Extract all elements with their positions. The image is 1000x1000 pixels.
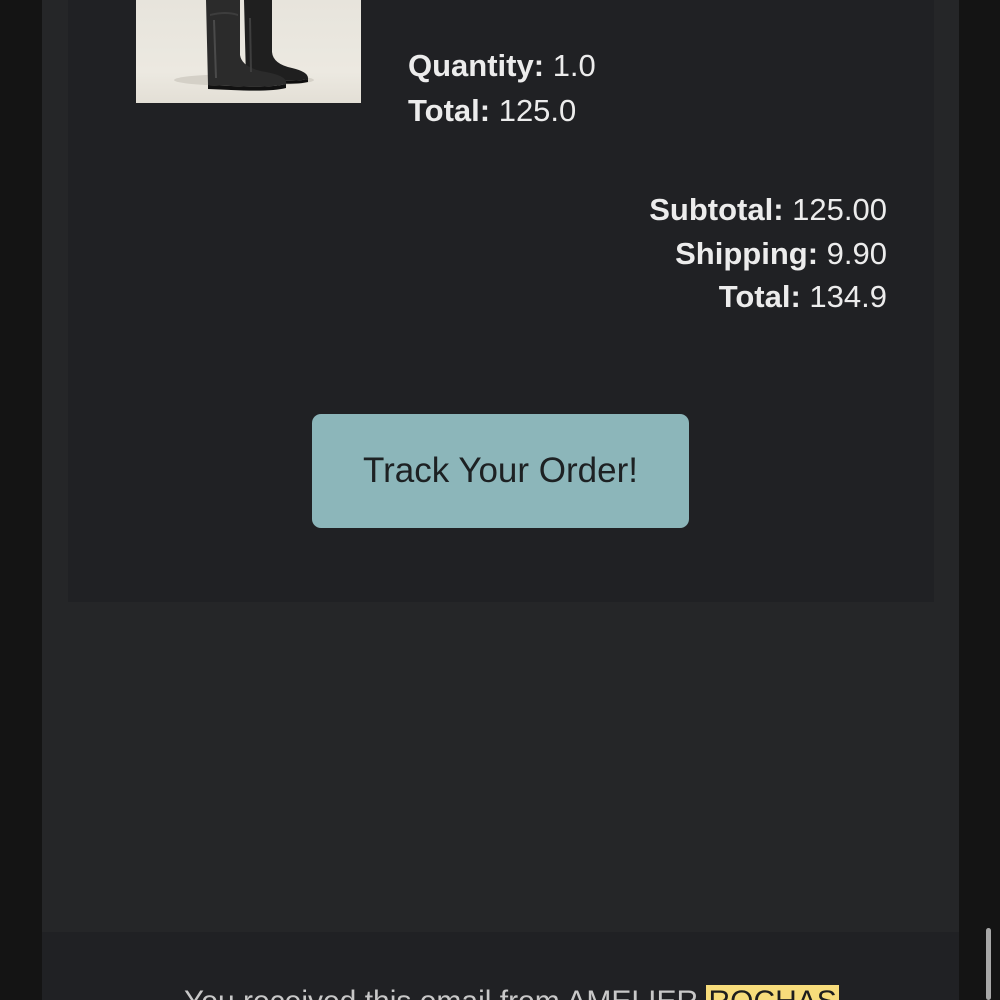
footer-notice: You received this email from AMELIER ROC… [184,984,839,1000]
product-image [136,0,361,103]
item-total: Total: 125.0 [408,93,576,129]
footer-text-prefix: You received this email from AMELIER [184,985,698,1000]
order-total-label: Total: [718,279,801,314]
order-total-row: Total: 134.9 [487,279,887,315]
shipping-value: 9.90 [826,236,887,271]
email-footer: You received this email from AMELIER ROC… [42,932,959,1000]
subtotal-value: 125.00 [792,192,887,227]
email-viewer: Quantity: 1.0 Total: 125.0 Subtotal: 125… [0,0,1000,1000]
brand-name-highlight: ROCHAS [706,985,839,1000]
item-quantity: Quantity: 1.0 [408,48,596,84]
order-total-value: 134.9 [809,279,887,314]
boots-illustration [174,0,314,91]
shipping-row: Shipping: 9.90 [487,236,887,272]
subtotal-row: Subtotal: 125.00 [487,192,887,228]
quantity-label: Quantity: [408,48,545,83]
track-order-button[interactable]: Track Your Order! [312,414,689,528]
shipping-label: Shipping: [675,236,819,271]
item-total-label: Total: [408,93,491,128]
quantity-value: 1.0 [552,48,596,83]
subtotal-label: Subtotal: [649,192,784,227]
item-total-value: 125.0 [498,93,577,128]
vertical-scrollbar[interactable] [986,928,991,1000]
